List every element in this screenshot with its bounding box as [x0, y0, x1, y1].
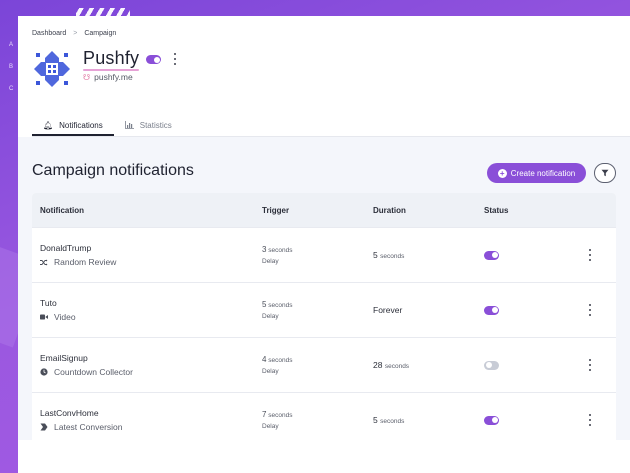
breadcrumb: Dashboard > Campaign: [32, 30, 116, 37]
table-row[interactable]: DonaldTrump Random Review 3 seconds Dela…: [32, 227, 616, 282]
row-more-icon[interactable]: [587, 359, 593, 371]
section-title: Campaign notifications: [32, 162, 194, 179]
filter-icon: [601, 169, 609, 177]
notification-name[interactable]: LastConvHome: [40, 408, 262, 418]
row-more-icon[interactable]: [587, 249, 593, 261]
plus-icon: +: [497, 168, 507, 178]
trigger-value: 4 seconds: [262, 355, 293, 364]
trigger-label: Delay: [262, 313, 279, 320]
duration-value: Forever: [373, 305, 403, 315]
notification-type: Latest Conversion: [40, 422, 262, 432]
table-row[interactable]: LastConvHome Latest Conversion 7 seconds…: [32, 392, 616, 440]
breadcrumb-campaign: Campaign: [84, 30, 117, 37]
status-toggle[interactable]: [484, 250, 499, 260]
notifications-content: Campaign notifications + Create notifica…: [18, 137, 630, 440]
campaign-logo: [32, 49, 72, 89]
row-more-icon[interactable]: [587, 414, 593, 426]
tab-notifications[interactable]: 🔔︎ Notifications: [32, 114, 114, 136]
bar-chart-icon: [124, 121, 134, 129]
campaign-panel: Dashboard > Campaign Pushfy ☋ pushfy.me …: [18, 16, 630, 440]
title-underline: [83, 69, 139, 71]
header-notification: Notification: [40, 205, 84, 215]
table-row[interactable]: Tuto Video 5 seconds Delay Forever: [32, 282, 616, 337]
campaign-status-toggle[interactable]: [146, 55, 161, 64]
filter-button[interactable]: [594, 163, 616, 183]
header-duration: Duration: [373, 205, 406, 215]
trigger-value: 3 seconds: [262, 245, 293, 254]
notification-name[interactable]: EmailSignup: [40, 353, 262, 363]
campaign-domain: ☋ pushfy.me: [83, 72, 133, 82]
row-more-icon[interactable]: [587, 304, 593, 316]
notification-type-label: Countdown Collector: [54, 367, 133, 377]
shuffle-icon: [40, 259, 48, 265]
campaign-title: Pushfy: [83, 48, 140, 68]
status-toggle[interactable]: [484, 305, 499, 315]
status-toggle[interactable]: [484, 415, 499, 425]
create-notification-button[interactable]: + Create notification: [487, 163, 586, 183]
notifications-table: Notification Trigger Duration Status Don…: [32, 193, 616, 440]
duration-value: 28 seconds: [373, 360, 410, 370]
notification-name[interactable]: DonaldTrump: [40, 243, 262, 253]
campaign-domain-text: pushfy.me: [94, 72, 133, 82]
table-header: Notification Trigger Duration Status: [32, 193, 616, 227]
status-toggle[interactable]: [484, 360, 499, 370]
clock-icon: [40, 368, 48, 376]
create-notification-label: Create notification: [510, 168, 576, 178]
trigger-label: Delay: [262, 423, 279, 430]
campaign-more-icon[interactable]: [172, 53, 178, 65]
header-trigger: Trigger: [262, 205, 290, 215]
table-row[interactable]: EmailSignup Countdown Collector 4 second…: [32, 337, 616, 392]
tab-statistics-label: Statistics: [139, 120, 172, 130]
duration-value: 5 seconds: [373, 415, 405, 425]
notification-type-label: Video: [54, 312, 76, 322]
header-status: Status: [484, 205, 509, 215]
tab-notifications-label: Notifications: [59, 120, 103, 130]
trigger-label: Delay: [262, 368, 279, 375]
footer-strip: [18, 440, 630, 473]
tab-statistics[interactable]: Statistics: [114, 114, 183, 136]
tab-bar: 🔔︎ Notifications Statistics: [32, 114, 183, 136]
notification-type-label: Random Review: [54, 257, 117, 267]
notification-type: Video: [40, 312, 262, 322]
bell-icon: 🔔︎: [43, 120, 54, 130]
trigger-value: 5 seconds: [262, 300, 293, 309]
notification-name[interactable]: Tuto: [40, 298, 262, 308]
trigger-label: Delay: [262, 258, 279, 265]
video-icon: [40, 314, 48, 320]
breadcrumb-dashboard[interactable]: Dashboard: [32, 30, 66, 37]
breadcrumb-separator: >: [73, 30, 78, 37]
domain-icon: ☋: [83, 72, 91, 82]
notification-type: Countdown Collector: [40, 367, 262, 377]
trigger-value: 7 seconds: [262, 410, 293, 419]
conversion-icon: [40, 423, 48, 431]
duration-value: 5 seconds: [373, 250, 405, 260]
notification-type: Random Review: [40, 257, 262, 267]
notification-type-label: Latest Conversion: [54, 422, 123, 432]
